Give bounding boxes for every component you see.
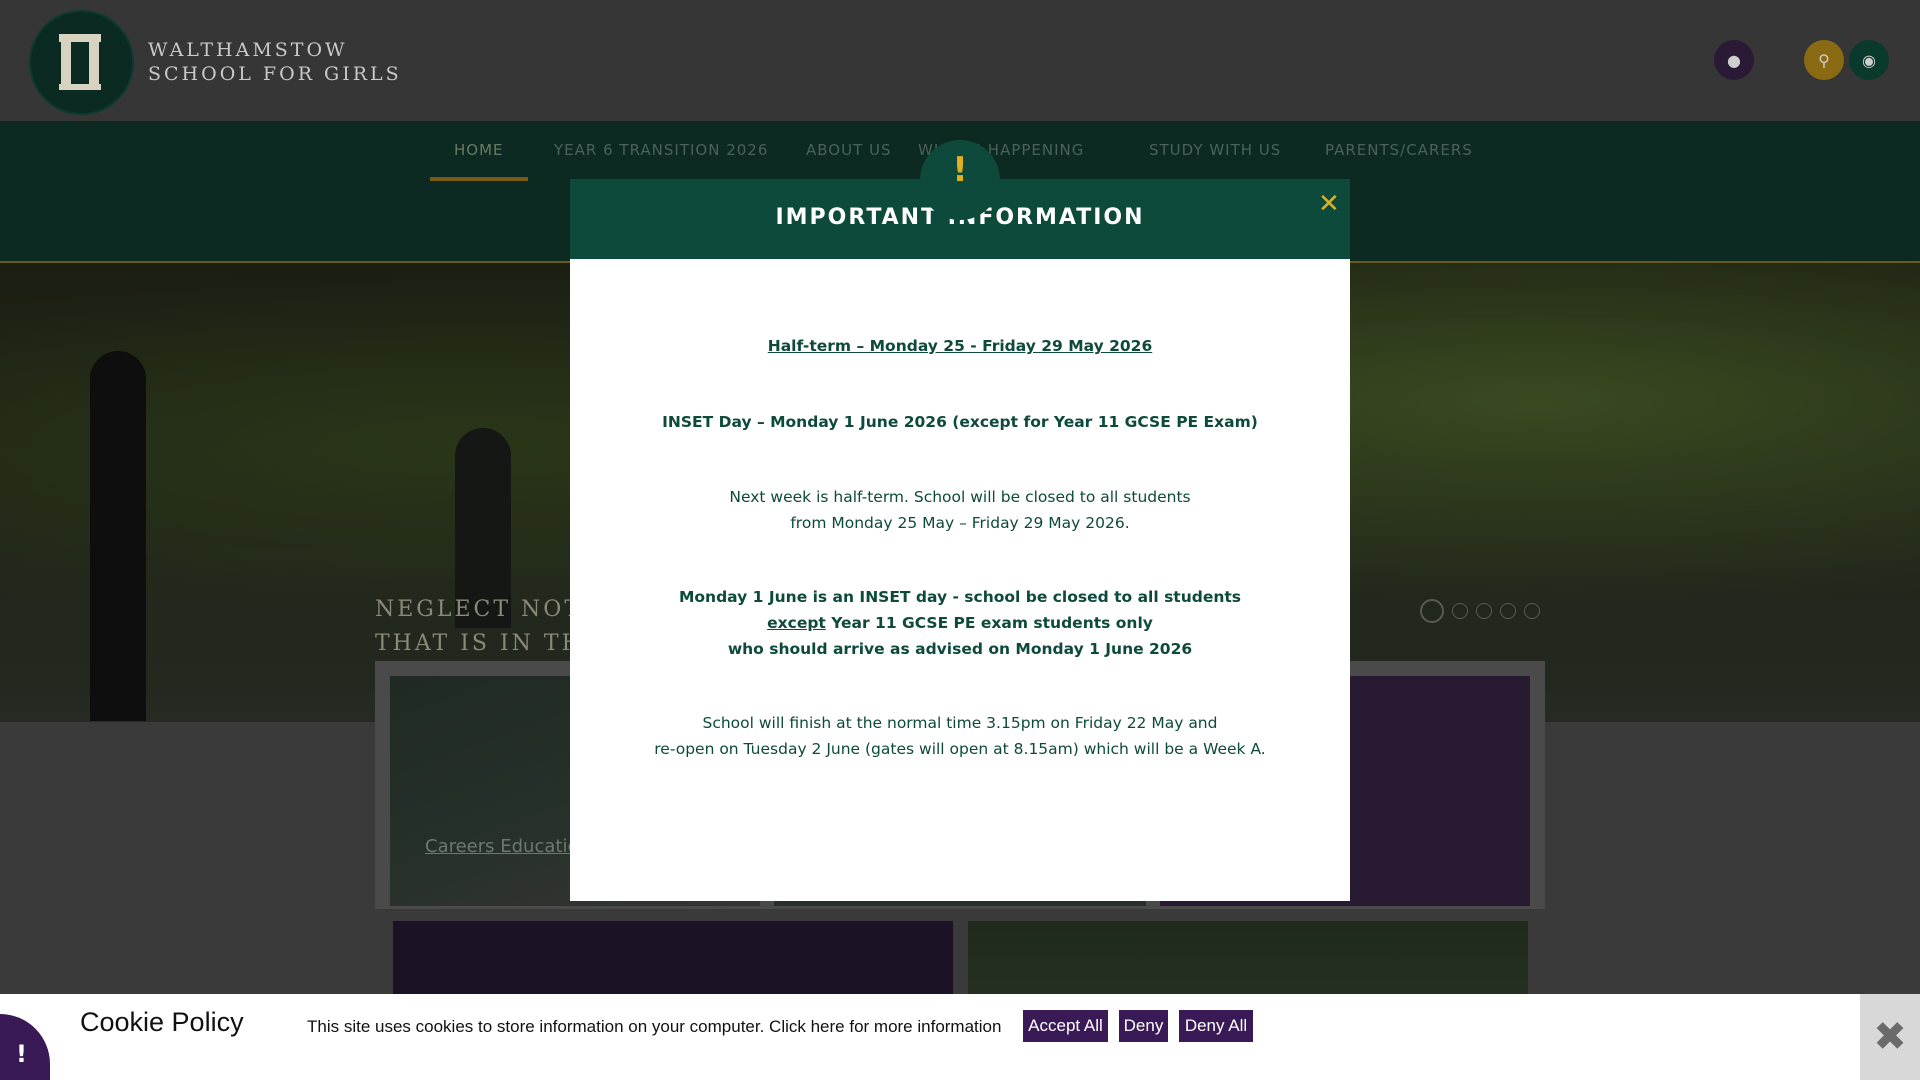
hero-motto-line2: THAT IS IN THE — [375, 631, 603, 656]
cookie-title: Cookie Policy — [80, 1007, 244, 1037]
school-name-line2: SCHOOL FOR GIRLS — [148, 63, 402, 85]
exclamation-icon: ! — [16, 1040, 27, 1068]
slide-dot-4[interactable] — [1500, 603, 1516, 619]
p2-line3: who should arrive as advised on Monday 1… — [727, 640, 1193, 658]
nav-item-study-with-us[interactable]: STUDY WITH US — [1149, 141, 1281, 159]
cookie-info-link[interactable]: This site uses cookies to store informat… — [307, 1017, 1001, 1037]
search-icon: ⚲ — [1818, 50, 1830, 70]
deny-button[interactable]: Deny — [1119, 1010, 1168, 1042]
slide-dot-3[interactable] — [1476, 603, 1492, 619]
globe-icon: ◉ — [1862, 50, 1876, 70]
p3-line2: re-open on Tuesday 2 June (gates will op… — [654, 740, 1266, 758]
slide-dot-2[interactable] — [1452, 603, 1468, 619]
cookie-close-icon[interactable]: ✖ — [1860, 994, 1920, 1080]
site-header: WALTHAMSTOW SCHOOL FOR GIRLS ● ⚲ ◉ — [0, 0, 1920, 121]
nav-item-about-us[interactable]: ABOUT US — [806, 141, 892, 159]
careers-education-link[interactable]: Careers Education — [425, 836, 590, 857]
important-info-modal: IMPORTANT INFORMATION ✕ Half-term – Mond… — [570, 179, 1350, 901]
slideshow-dots — [1420, 599, 1540, 623]
cookie-bar — [0, 994, 1920, 1080]
user-login-button[interactable]: ● — [1714, 40, 1754, 80]
nav-active-indicator — [430, 177, 528, 181]
exclamation-icon: ! — [952, 150, 968, 190]
school-name-line1: WALTHAMSTOW — [148, 39, 348, 61]
halfterm-heading[interactable]: Half-term – Monday 25 - Friday 29 May 20… — [570, 337, 1350, 355]
inset-heading: INSET Day – Monday 1 June 2026 (except f… — [662, 413, 1258, 431]
accept-all-button[interactable]: Accept All — [1023, 1010, 1108, 1042]
close-icon[interactable]: ✕ — [1318, 189, 1340, 219]
p1-line2: from Monday 25 May – Friday 29 May 2026. — [790, 514, 1130, 532]
alert-badge: ! — [920, 140, 1000, 220]
user-icon: ● — [1727, 50, 1741, 70]
translate-button[interactable]: ◉ — [1849, 40, 1889, 80]
p2-except-word: except — [767, 614, 826, 632]
p2-line1: Monday 1 June is an INSET day - school b… — [678, 588, 1242, 606]
school-name[interactable]: WALTHAMSTOW SCHOOL FOR GIRLS — [148, 38, 402, 86]
p3-line1: School will finish at the normal time 3.… — [702, 714, 1218, 732]
slide-dot-1[interactable] — [1420, 599, 1444, 623]
slide-dot-5[interactable] — [1524, 603, 1540, 619]
p2-line2: except Year 11 GCSE PE exam students onl… — [570, 614, 1350, 632]
pillar-crest-icon — [59, 34, 101, 90]
nav-item-home[interactable]: HOME — [454, 141, 504, 159]
school-logo[interactable] — [29, 10, 134, 115]
p2-line2-rest: Year 11 GCSE PE exam students only — [825, 614, 1153, 632]
nav-item-parents-carers[interactable]: PARENTS/CARERS — [1325, 141, 1473, 159]
nav-item-year6-transition[interactable]: YEAR 6 TRANSITION 2026 — [554, 141, 768, 159]
bollard-image — [90, 351, 146, 721]
hero-motto: NEGLECT NOT THAT IS IN THE — [375, 593, 603, 661]
hero-motto-line1: NEGLECT NOT — [375, 597, 583, 622]
p1-line1: Next week is half-term. School will be c… — [729, 488, 1191, 506]
deny-all-button[interactable]: Deny All — [1179, 1010, 1253, 1042]
search-button[interactable]: ⚲ — [1804, 40, 1844, 80]
